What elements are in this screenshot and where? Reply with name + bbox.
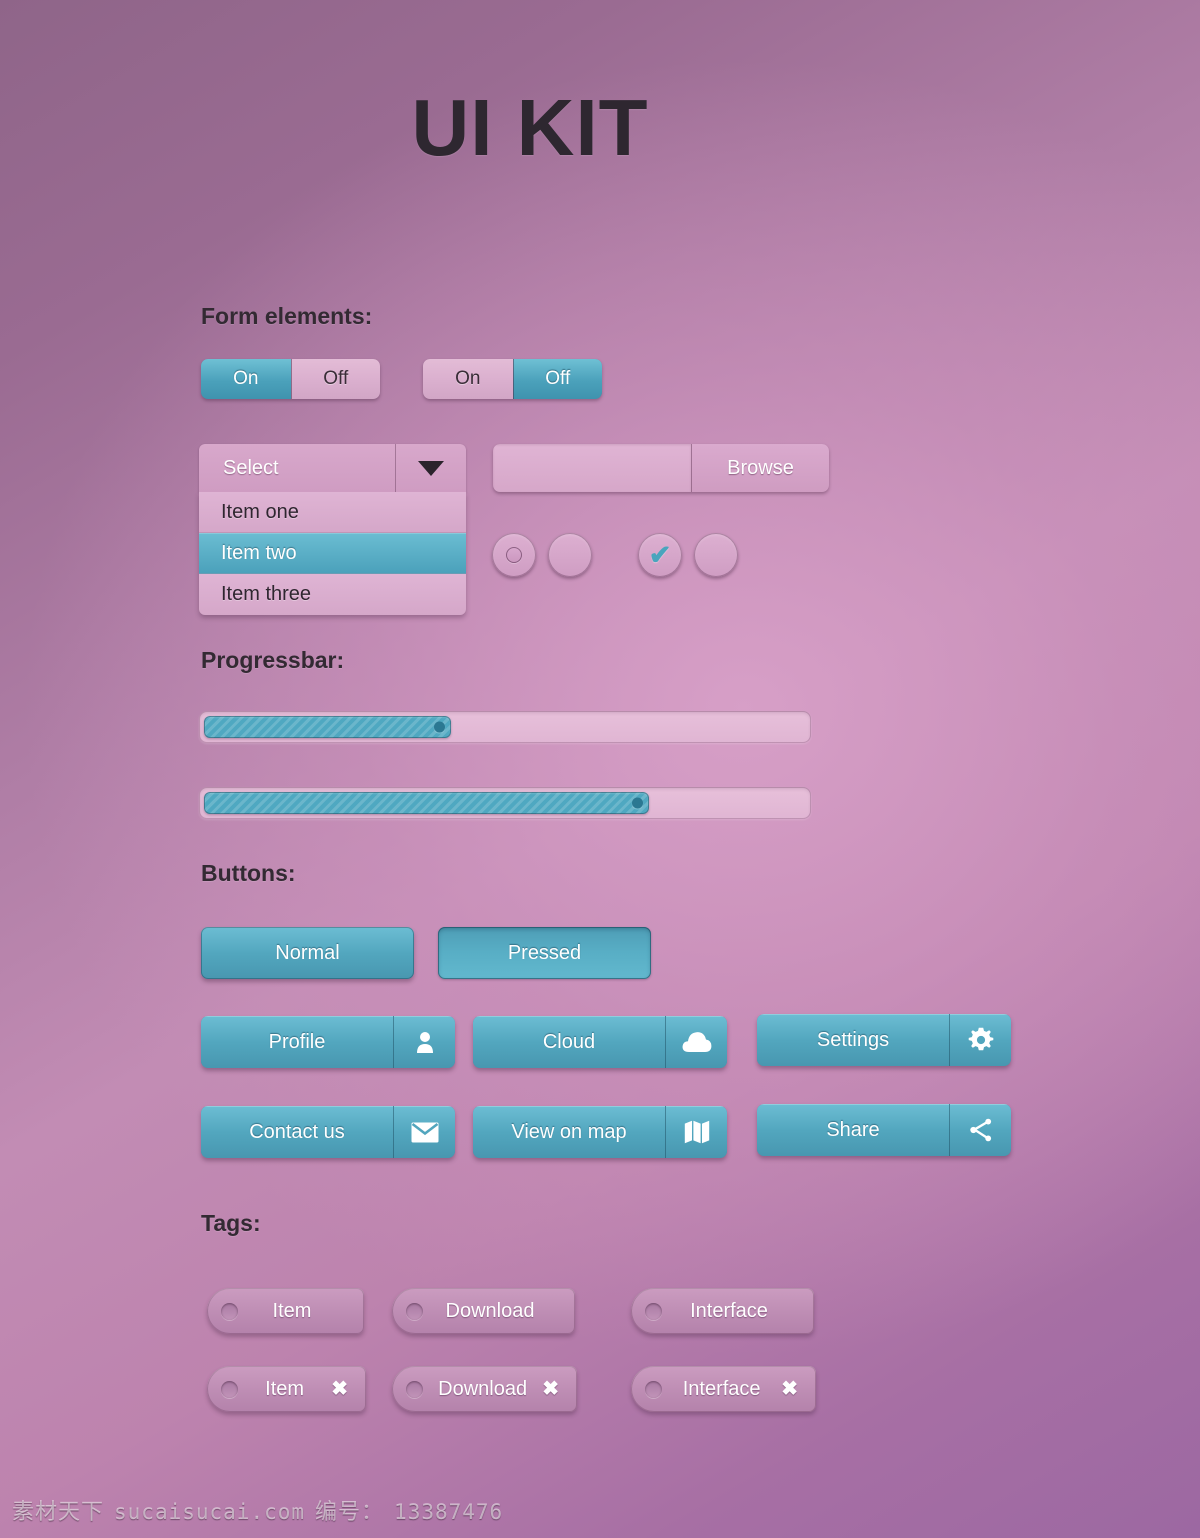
check-icon: ✔	[648, 539, 672, 570]
toggle-2-on-segment[interactable]: On	[423, 359, 513, 399]
chevron-down-icon	[418, 460, 444, 476]
progressbar-one-knob[interactable]	[433, 721, 445, 733]
radio-dot-icon	[506, 547, 522, 563]
normal-button[interactable]: Normal	[201, 927, 414, 979]
radio-selected[interactable]	[492, 533, 536, 577]
share-button-label: Share	[757, 1104, 949, 1156]
select-header[interactable]: Select	[199, 444, 466, 492]
contact-us-button-label: Contact us	[201, 1106, 393, 1158]
select-option-item-two[interactable]: Item two	[199, 533, 466, 574]
tag-hole-icon	[406, 1302, 423, 1320]
watermark-id-value: 13387476	[394, 1500, 504, 1524]
tag-interface[interactable]: Interface	[631, 1288, 814, 1334]
profile-button[interactable]: Profile	[201, 1016, 455, 1068]
progressbar-one[interactable]	[199, 711, 811, 743]
section-heading-buttons: Buttons:	[201, 860, 296, 886]
tag-interface-closable[interactable]: Interface ✖	[631, 1366, 816, 1412]
choice-controls-row: ✔	[492, 533, 750, 577]
tag-hole-icon	[221, 1380, 238, 1398]
watermark-id-label: 编号：	[315, 1499, 385, 1524]
file-path-input[interactable]	[493, 444, 691, 492]
tag-hole-icon	[406, 1380, 423, 1398]
cloud-icon[interactable]	[665, 1016, 727, 1068]
ui-kit-page: UI KIT Form elements: On Off On Off Sele…	[0, 0, 1200, 1538]
select-arrow-button[interactable]	[395, 444, 466, 492]
progressbar-one-fill	[204, 716, 451, 738]
tag-label: Download	[445, 1299, 535, 1322]
section-heading-tags: Tags:	[201, 1210, 261, 1236]
progressbar-two-knob[interactable]	[632, 797, 644, 809]
section-heading-progressbar: Progressbar:	[201, 647, 345, 673]
map-icon[interactable]	[665, 1106, 727, 1158]
section-heading-form: Form elements:	[201, 303, 373, 329]
share-icon[interactable]	[949, 1104, 1011, 1156]
tag-download[interactable]: Download	[392, 1288, 575, 1334]
close-icon[interactable]: ✖	[331, 1379, 348, 1399]
close-icon[interactable]: ✖	[781, 1379, 798, 1399]
contact-us-button[interactable]: Contact us	[201, 1106, 455, 1158]
gear-icon[interactable]	[949, 1014, 1011, 1066]
toggle-1-off-segment[interactable]: Off	[290, 359, 380, 399]
tag-hole-icon	[221, 1302, 238, 1320]
select-value: Select	[199, 444, 395, 492]
settings-button-label: Settings	[757, 1014, 949, 1066]
toggle-1-on-segment[interactable]: On	[201, 359, 291, 399]
close-icon[interactable]: ✖	[542, 1379, 559, 1399]
select-option-item-three[interactable]: Item three	[199, 574, 466, 615]
pressed-button[interactable]: Pressed	[438, 927, 651, 979]
mail-icon[interactable]	[393, 1106, 455, 1158]
select-option-item-one[interactable]: Item one	[199, 492, 466, 533]
user-icon[interactable]	[393, 1016, 455, 1068]
tag-item-closable[interactable]: Item ✖	[207, 1366, 366, 1412]
toggle-switch-off[interactable]: On Off	[423, 359, 602, 399]
tag-hole-icon	[645, 1302, 662, 1320]
tag-label: Download	[438, 1377, 528, 1400]
select-dropdown[interactable]: Select Item one Item two Item three	[199, 444, 466, 615]
watermark-site-cn: 素材天下	[12, 1499, 105, 1524]
tag-download-closable[interactable]: Download ✖	[392, 1366, 577, 1412]
progressbar-two-fill	[204, 792, 650, 814]
tag-label: Item	[272, 1299, 312, 1322]
watermark: 素材天下 sucaisucai.com 编号： 13387476	[12, 1494, 503, 1526]
toggle-2-off-segment[interactable]: Off	[512, 359, 602, 399]
settings-button[interactable]: Settings	[757, 1014, 1011, 1066]
browse-button[interactable]: Browse	[691, 444, 829, 492]
tag-item[interactable]: Item	[207, 1288, 364, 1334]
tag-label: Item	[265, 1377, 305, 1400]
toggle-switch-on[interactable]: On Off	[201, 359, 380, 399]
view-on-map-button-label: View on map	[473, 1106, 665, 1158]
checkbox-checked[interactable]: ✔	[638, 533, 682, 577]
cloud-button[interactable]: Cloud	[473, 1016, 727, 1068]
view-on-map-button[interactable]: View on map	[473, 1106, 727, 1158]
checkbox-unchecked[interactable]	[694, 533, 738, 577]
file-picker[interactable]: Browse	[493, 444, 829, 492]
page-title: UI KIT	[411, 83, 649, 172]
tag-hole-icon	[645, 1380, 662, 1398]
select-options-list[interactable]: Item one Item two Item three	[199, 492, 466, 615]
progressbar-two[interactable]	[199, 787, 811, 819]
tag-label: Interface	[682, 1377, 761, 1400]
radio-unselected[interactable]	[548, 533, 592, 577]
profile-button-label: Profile	[201, 1016, 393, 1068]
tag-label: Interface	[690, 1299, 768, 1322]
cloud-button-label: Cloud	[473, 1016, 665, 1068]
share-button[interactable]: Share	[757, 1104, 1011, 1156]
watermark-site: sucaisucai.com	[114, 1500, 306, 1524]
